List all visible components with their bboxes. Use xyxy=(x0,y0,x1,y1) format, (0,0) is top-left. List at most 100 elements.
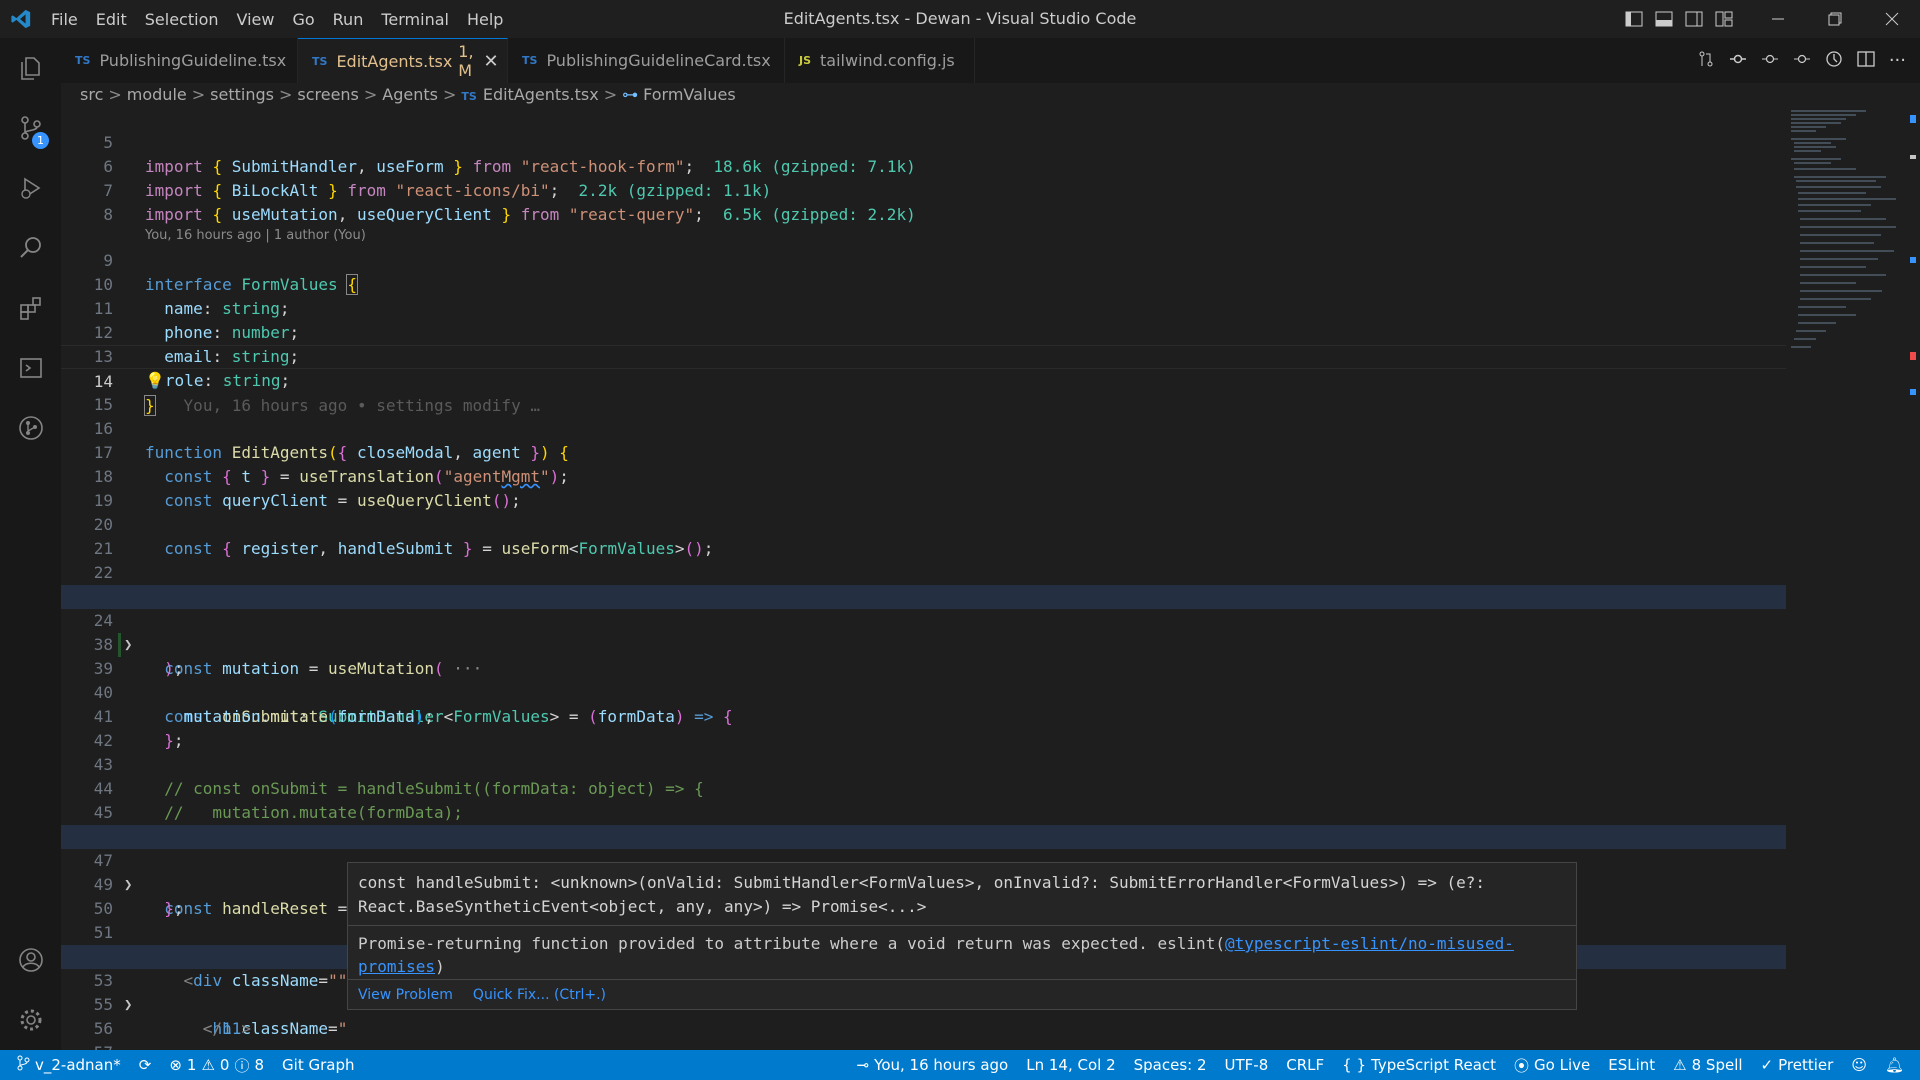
code-line: 9 interface FormValues { xyxy=(61,225,1786,295)
broadcast-icon: ⦿ xyxy=(1514,1056,1530,1075)
error-icon: ⊗ xyxy=(169,1056,182,1074)
source-control-icon[interactable]: 1 xyxy=(0,98,61,158)
notifications-bell-icon[interactable]: 🔔︎ xyxy=(1876,1050,1920,1080)
code-line: 8 xyxy=(61,179,1786,224)
title-bar: File Edit Selection View Go Run Terminal… xyxy=(0,0,1920,38)
encoding[interactable]: UTF-8 xyxy=(1216,1050,1278,1080)
tab-publishing-guideline[interactable]: TS PublishingGuideline.tsx xyxy=(61,38,298,83)
code-line: 12 email: string; xyxy=(61,297,1786,366)
toggle-panel-icon[interactable] xyxy=(1649,0,1679,38)
breadcrumb-agents[interactable]: Agents xyxy=(382,85,438,104)
source-control-badge: 1 xyxy=(32,132,49,149)
git-next-revision-icon[interactable] xyxy=(1793,50,1811,72)
status-bar: v_2-adnan* ⟳ ⊗ 1 ⚠ 0 ⓘ 8 Git Graph ⊸ You, 16… xyxy=(0,1050,1920,1080)
go-live-button[interactable]: ⦿ Go Live xyxy=(1505,1050,1599,1080)
editor-tabs: TS PublishingGuideline.tsx TS EditAgents… xyxy=(61,38,1920,83)
breadcrumb: src > module > settings > screens > Agents > TS Edi… xyxy=(61,83,1920,107)
breadcrumb-symbol[interactable]: FormValues xyxy=(643,85,736,104)
commit-icon: ⊸ xyxy=(856,1056,870,1074)
git-commit-icon[interactable] xyxy=(1761,50,1779,72)
menu-run[interactable]: Run xyxy=(324,10,373,29)
prettier-status[interactable]: ✓ Prettier xyxy=(1752,1050,1843,1080)
menu-edit[interactable]: Edit xyxy=(87,10,136,29)
menu-file[interactable]: File xyxy=(42,10,87,29)
close-window-icon[interactable] xyxy=(1863,0,1920,38)
customize-layout-icon[interactable] xyxy=(1709,0,1739,38)
menu-go[interactable]: Go xyxy=(283,10,323,29)
restore-icon[interactable] xyxy=(1806,0,1863,38)
error-count: 1 xyxy=(186,1056,197,1074)
hover-signature: const handleSubmit: <unknown>(onValid: S… xyxy=(348,863,1576,926)
scrollbar-marker xyxy=(1910,389,1916,395)
code-line: 13 💡role: string; xyxy=(61,321,1786,390)
eslint-status[interactable]: ESLint xyxy=(1599,1050,1664,1080)
minimap[interactable] xyxy=(1786,107,1906,1050)
info-count: 8 xyxy=(254,1056,265,1074)
more-actions-icon[interactable]: ··· xyxy=(1889,50,1906,71)
minimize-icon[interactable] xyxy=(1749,0,1806,38)
explorer-icon[interactable] xyxy=(0,38,61,98)
vscode-logo-icon xyxy=(0,0,42,38)
breadcrumb-src[interactable]: src xyxy=(80,85,103,104)
breadcrumb-file[interactable]: EditAgents.tsx xyxy=(483,85,599,104)
scrollbar-marker xyxy=(1910,155,1916,159)
code-line: 46 xyxy=(61,801,1786,846)
hover-actions: View Problem Quick Fix... (Ctrl+.) xyxy=(348,979,1576,1009)
code-line: 16 function EditAgents({ closeModal, age… xyxy=(61,393,1786,462)
tab-publishing-guideline-card[interactable]: TS PublishingGuidelineCard.tsx xyxy=(508,38,785,83)
modified-gutter-mark xyxy=(118,633,121,657)
close-tab-icon[interactable]: ✕ xyxy=(484,51,499,72)
problems-status[interactable]: ⊗ 1 ⚠ 0 ⓘ 8 xyxy=(160,1050,273,1080)
run-debug-icon[interactable] xyxy=(0,158,61,218)
menu-selection[interactable]: Selection xyxy=(136,10,228,29)
code-line: 10 name: string; xyxy=(61,249,1786,318)
feedback-icon[interactable]: ☺ xyxy=(1842,1050,1876,1080)
tab-edit-agents[interactable]: TS EditAgents.tsx 1, M ✕ xyxy=(298,38,508,83)
tab-tailwind-config[interactable]: JS tailwind.config.js xyxy=(785,38,975,83)
git-blame-status[interactable]: ⊸ You, 16 hours ago xyxy=(848,1050,1018,1080)
split-editor-icon[interactable] xyxy=(1857,50,1875,72)
cursor-position[interactable]: Ln 14, Col 2 xyxy=(1017,1050,1124,1080)
git-graph-icon[interactable] xyxy=(0,398,61,458)
open-changes-icon[interactable] xyxy=(1697,50,1715,72)
typescript-file-icon: TS xyxy=(522,54,538,67)
menu-help[interactable]: Help xyxy=(458,10,512,29)
code-line: 57 <form onSubmit={handleSubmit(onSubmit… xyxy=(61,1017,1786,1050)
end-of-line[interactable]: CRLF xyxy=(1277,1050,1333,1080)
breadcrumb-screens[interactable]: screens xyxy=(297,85,359,104)
breadcrumb-settings[interactable]: settings xyxy=(210,85,274,104)
warning-icon: ⚠ xyxy=(1673,1056,1687,1074)
toggle-secondary-sidebar-icon[interactable] xyxy=(1679,0,1709,38)
breadcrumb-module[interactable]: module xyxy=(127,85,187,104)
warning-count: 0 xyxy=(219,1056,230,1074)
typescript-file-icon: TS xyxy=(461,90,477,103)
language-label: TypeScript React xyxy=(1371,1056,1497,1074)
timeline-icon[interactable] xyxy=(1825,50,1843,72)
sync-icon[interactable]: ⟳ xyxy=(130,1050,161,1080)
code-lens[interactable]: You, 16 hours ago | 1 author (You) xyxy=(61,203,1786,243)
language-mode[interactable]: { } TypeScript React xyxy=(1333,1050,1505,1080)
gear-icon[interactable] xyxy=(0,990,61,1050)
quick-fix-link[interactable]: Quick Fix... (Ctrl+.) xyxy=(473,987,606,1003)
code-line: 22 const id: number = agent.id; xyxy=(61,537,1786,606)
remote-explorer-icon[interactable] xyxy=(0,338,61,398)
branch-status[interactable]: v_2-adnan* xyxy=(0,1050,130,1080)
indentation[interactable]: Spaces: 2 xyxy=(1125,1050,1216,1080)
activity-bar: 1 xyxy=(0,38,61,1050)
toggle-primary-sidebar-icon[interactable] xyxy=(1619,0,1649,38)
account-icon[interactable] xyxy=(0,930,61,990)
git-previous-revision-icon[interactable] xyxy=(1729,50,1747,72)
spell-status[interactable]: ⚠ 8 Spell xyxy=(1664,1050,1751,1080)
check-icon: ✓ xyxy=(1760,1056,1774,1074)
menu-view[interactable]: View xyxy=(228,10,284,29)
code-line: 41 }; xyxy=(61,681,1786,750)
git-graph-status[interactable]: Git Graph xyxy=(273,1050,363,1080)
view-problem-link[interactable]: View Problem xyxy=(358,987,453,1003)
code-line: 58 <div className="mb-2"> xyxy=(61,1041,1786,1050)
problem-text: Promise-returning function provided to a… xyxy=(358,934,1225,953)
extensions-icon[interactable] xyxy=(0,278,61,338)
vertical-scrollbar[interactable] xyxy=(1906,107,1920,1050)
code-line: 15 xyxy=(61,369,1786,414)
menu-terminal[interactable]: Terminal xyxy=(372,10,458,29)
search-icon[interactable] xyxy=(0,218,61,278)
